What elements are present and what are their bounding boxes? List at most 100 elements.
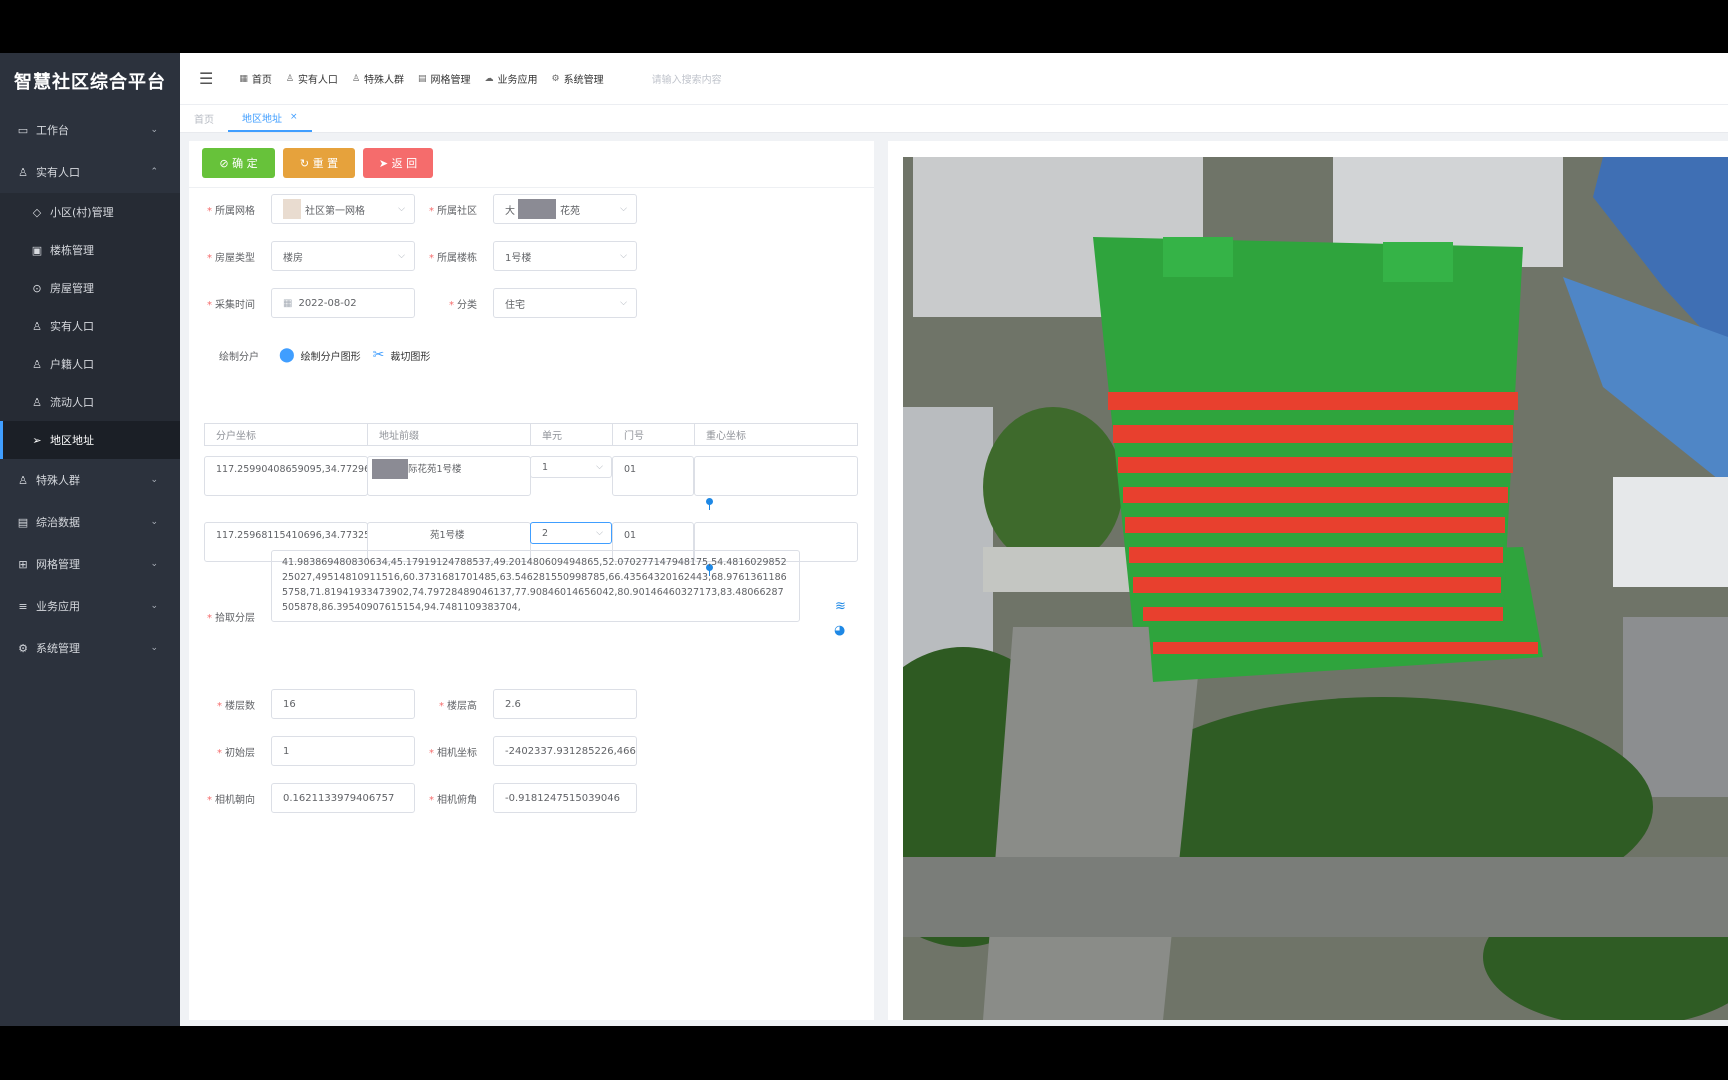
input-value: 16: [283, 698, 296, 710]
menu-toggle-icon[interactable]: ☰: [199, 69, 213, 88]
top-header: ☰ ▦ 首页 ♙ 实有人口 ♙ 特殊人群 ▤ 网格管理 ☁ 业务应用 ⚙ 系统管理 请输入搜…: [180, 53, 1728, 105]
sidebar-subitem-registered[interactable]: ♙ 户籍人口: [0, 345, 180, 383]
sidebar-item-system[interactable]: ⚙ 系统管理 ⌄: [0, 627, 180, 669]
coords-textarea[interactable]: 117.25990408659095,34.77296826891587,40.…: [204, 456, 368, 496]
sidebar-item-special[interactable]: ♙ 特殊人群 ⌄: [0, 459, 180, 501]
nav-label: 网格管理: [430, 75, 471, 86]
sidebar-subitem-actual-population[interactable]: ♙ 实有人口: [0, 307, 180, 345]
button-label: 重 置: [312, 157, 339, 170]
sidebar-subitem-address[interactable]: ➢ 地区地址: [0, 421, 180, 459]
nav-special[interactable]: ♙ 特殊人群: [352, 71, 405, 87]
refresh-icon: ↻: [299, 156, 313, 170]
building-select[interactable]: 1号楼 ⌵: [493, 241, 637, 271]
sidebar: 智慧社区综合平台 ▭ 工作台 ⌄ ♙ 实有人口 ⌃ ◇ 小区(村)管理 ▣ 楼栋…: [0, 53, 180, 1026]
nav-label: 系统管理: [563, 75, 604, 86]
prefix-textarea[interactable]: 际花苑1号楼: [367, 456, 531, 496]
select-value: 花苑: [560, 205, 580, 217]
select-value: 住宅: [505, 299, 525, 311]
camera-coord-input[interactable]: -2402337.931285226,4662: [493, 736, 637, 766]
house-type-label: * 房屋类型: [207, 253, 255, 264]
sidebar-item-data[interactable]: ▤ 综治数据 ⌄: [0, 501, 180, 543]
column-header-prefix: 地址前缀: [367, 423, 531, 446]
category-select[interactable]: 住宅 ⌵: [493, 288, 637, 318]
calendar-icon: ▦: [283, 297, 293, 309]
cut-shape-link[interactable]: ✂ 裁切图形: [373, 347, 431, 363]
tab-label: 首页: [194, 114, 214, 126]
layers-textarea[interactable]: 41.983869480830634,45.17919124788537,49.…: [271, 550, 800, 622]
sidebar-subitem-label: 房屋管理: [50, 282, 94, 295]
map-pin-icon: ⬤: [279, 347, 295, 363]
unit-select[interactable]: 2 ⌵: [530, 522, 612, 544]
sidebar-subitem-floating[interactable]: ♙ 流动人口: [0, 383, 180, 421]
camera-heading-input[interactable]: 0.1621133979406757: [271, 783, 415, 813]
collect-time-picker[interactable]: ▦ 2022-08-02: [271, 288, 415, 318]
back-button[interactable]: ➤ 返 回: [363, 148, 433, 178]
start-floor-input[interactable]: 1: [271, 736, 415, 766]
link-label: 裁切图形: [390, 351, 431, 363]
cell-value: 苑1号楼: [430, 530, 465, 541]
map-pin-icon[interactable]: [706, 498, 713, 510]
building-icon: ▣: [31, 243, 43, 257]
redacted-block: [372, 459, 408, 479]
user-icon: ♙: [32, 357, 42, 371]
camera-heading-label: * 相机朝向: [207, 795, 255, 806]
sidebar-item-label: 网格管理: [36, 558, 80, 571]
center-textarea[interactable]: [694, 456, 858, 496]
sidebar-item-workbench[interactable]: ▭ 工作台 ⌄: [0, 109, 180, 151]
community-select[interactable]: 大 花苑 ⌵: [493, 194, 637, 224]
date-value: 2022-08-02: [298, 297, 357, 309]
floor-count-input[interactable]: 16: [271, 689, 415, 719]
sidebar-subitem-label: 流动人口: [50, 396, 94, 409]
unit-select[interactable]: 1 ⌵: [530, 456, 612, 478]
nav-system[interactable]: ⚙ 系统管理: [551, 71, 604, 87]
sidebar-subitem-house[interactable]: ⊙ 房屋管理: [0, 269, 180, 307]
start-floor-label: * 初始层: [217, 748, 255, 759]
scissors-icon: ✂: [372, 347, 385, 363]
nav-population[interactable]: ♙ 实有人口: [286, 71, 338, 87]
confirm-button[interactable]: ⊘ 确 定: [202, 148, 275, 178]
reset-button[interactable]: ↻ 重 置: [283, 148, 355, 178]
chevron-down-icon: ⌵: [620, 298, 627, 308]
input-value: -0.9181247515039046: [505, 792, 620, 804]
tab-address[interactable]: 地区地址 ×: [228, 104, 312, 132]
sidebar-subitem-community[interactable]: ◇ 小区(村)管理: [0, 193, 180, 231]
3d-map-view[interactable]: [903, 157, 1728, 1020]
camera-pitch-input[interactable]: -0.9181247515039046: [493, 783, 637, 813]
close-icon[interactable]: ×: [290, 112, 298, 122]
select-value: 社区第一网格: [305, 205, 365, 217]
sidebar-item-label: 系统管理: [36, 642, 80, 655]
input-value: 1: [283, 745, 290, 757]
door-textarea[interactable]: 01: [612, 456, 694, 496]
grid-label: * 所属网格: [207, 206, 255, 217]
globe-icon[interactable]: ◕: [834, 623, 845, 638]
tab-home[interactable]: 首页: [180, 104, 228, 132]
nav-label: 特殊人群: [364, 75, 405, 86]
user-icon: ♙: [18, 473, 28, 487]
chevron-down-icon: ⌵: [596, 462, 603, 472]
search-input[interactable]: 请输入搜索内容: [652, 71, 722, 86]
sidebar-item-population[interactable]: ♙ 实有人口 ⌃: [0, 151, 180, 193]
sidebar-subitem-label: 小区(村)管理: [50, 206, 114, 219]
draw-shape-link[interactable]: ⬤ 绘制分户图形: [279, 347, 361, 363]
nav-business[interactable]: ☁ 业务应用: [485, 71, 538, 87]
house-type-select[interactable]: 楼房 ⌵: [271, 241, 415, 271]
building-label: * 所属楼栋: [429, 253, 477, 264]
select-value: 1号楼: [505, 252, 532, 264]
nav-grid[interactable]: ▤ 网格管理: [418, 71, 471, 87]
sidebar-item-business[interactable]: ≡ 业务应用 ⌄: [0, 585, 180, 627]
cell-value: 际花苑1号楼: [408, 464, 462, 475]
sidebar-subitem-building[interactable]: ▣ 楼栋管理: [0, 231, 180, 269]
layers-icon[interactable]: ≋: [835, 599, 846, 614]
user-icon: ♙: [32, 319, 42, 333]
form-panel: ⊘ 确 定 ↻ 重 置 ➤ 返 回 * 所属网格 社区第一网格 ⌵ * 所属社区 大 花…: [189, 141, 874, 1020]
tab-bar: 首页 地区地址 ×: [180, 105, 1728, 133]
gear-icon: ⚙: [551, 73, 560, 84]
floor-height-input[interactable]: 2.6: [493, 689, 637, 719]
nav-home[interactable]: ▦ 首页: [239, 71, 272, 87]
sidebar-item-grid[interactable]: ⊞ 网格管理 ⌄: [0, 543, 180, 585]
sidebar-item-label: 特殊人群: [36, 474, 80, 487]
location-icon: ⊙: [32, 281, 42, 295]
chevron-down-icon: ⌄: [150, 475, 158, 485]
grid-select[interactable]: 社区第一网格 ⌵: [271, 194, 415, 224]
gear-icon: ⚙: [18, 641, 28, 655]
